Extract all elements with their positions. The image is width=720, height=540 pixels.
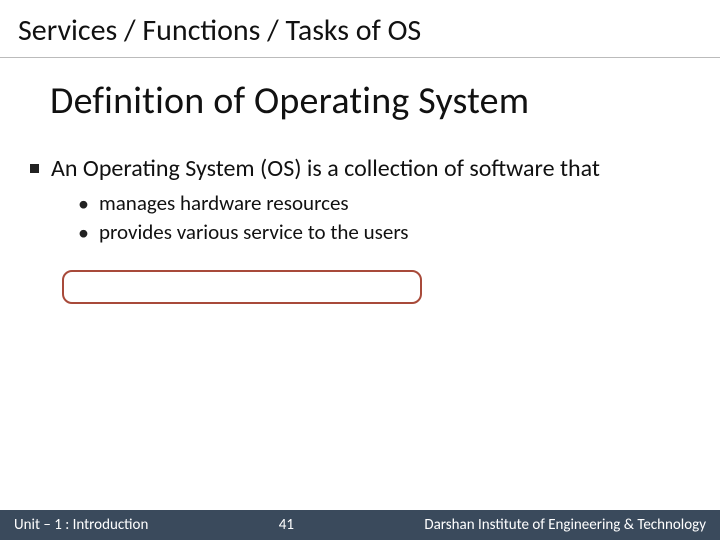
sub-bullet-text: provides various service to the users (99, 219, 409, 246)
bullet-item: An Operating System (OS) is a collection… (30, 154, 690, 184)
dot-bullet-icon: • (78, 222, 89, 244)
dot-bullet-icon: • (78, 193, 89, 215)
sub-bullet-item: • manages hardware resources (78, 190, 690, 217)
square-bullet-icon (30, 164, 39, 173)
sub-bullet-list: • manages hardware resources • provides … (78, 190, 690, 247)
footer-unit: Unit – 1 : Introduction (14, 516, 148, 534)
sub-bullet-item: • provides various service to the users (78, 219, 690, 246)
header-title: Services / Functions / Tasks of OS (18, 12, 702, 49)
slide-title: Definition of Operating System (50, 78, 690, 124)
highlight-annotation (62, 270, 422, 304)
slide-body: Definition of Operating System An Operat… (0, 58, 720, 247)
footer-institution: Darshan Institute of Engineering & Techn… (424, 516, 706, 534)
sub-bullet-text: manages hardware resources (99, 190, 349, 217)
footer-page-number: 41 (148, 516, 424, 534)
slide-header: Services / Functions / Tasks of OS (0, 0, 720, 58)
slide-footer: Unit – 1 : Introduction 41 Darshan Insti… (0, 510, 720, 540)
bullet-text: An Operating System (OS) is a collection… (51, 154, 600, 184)
